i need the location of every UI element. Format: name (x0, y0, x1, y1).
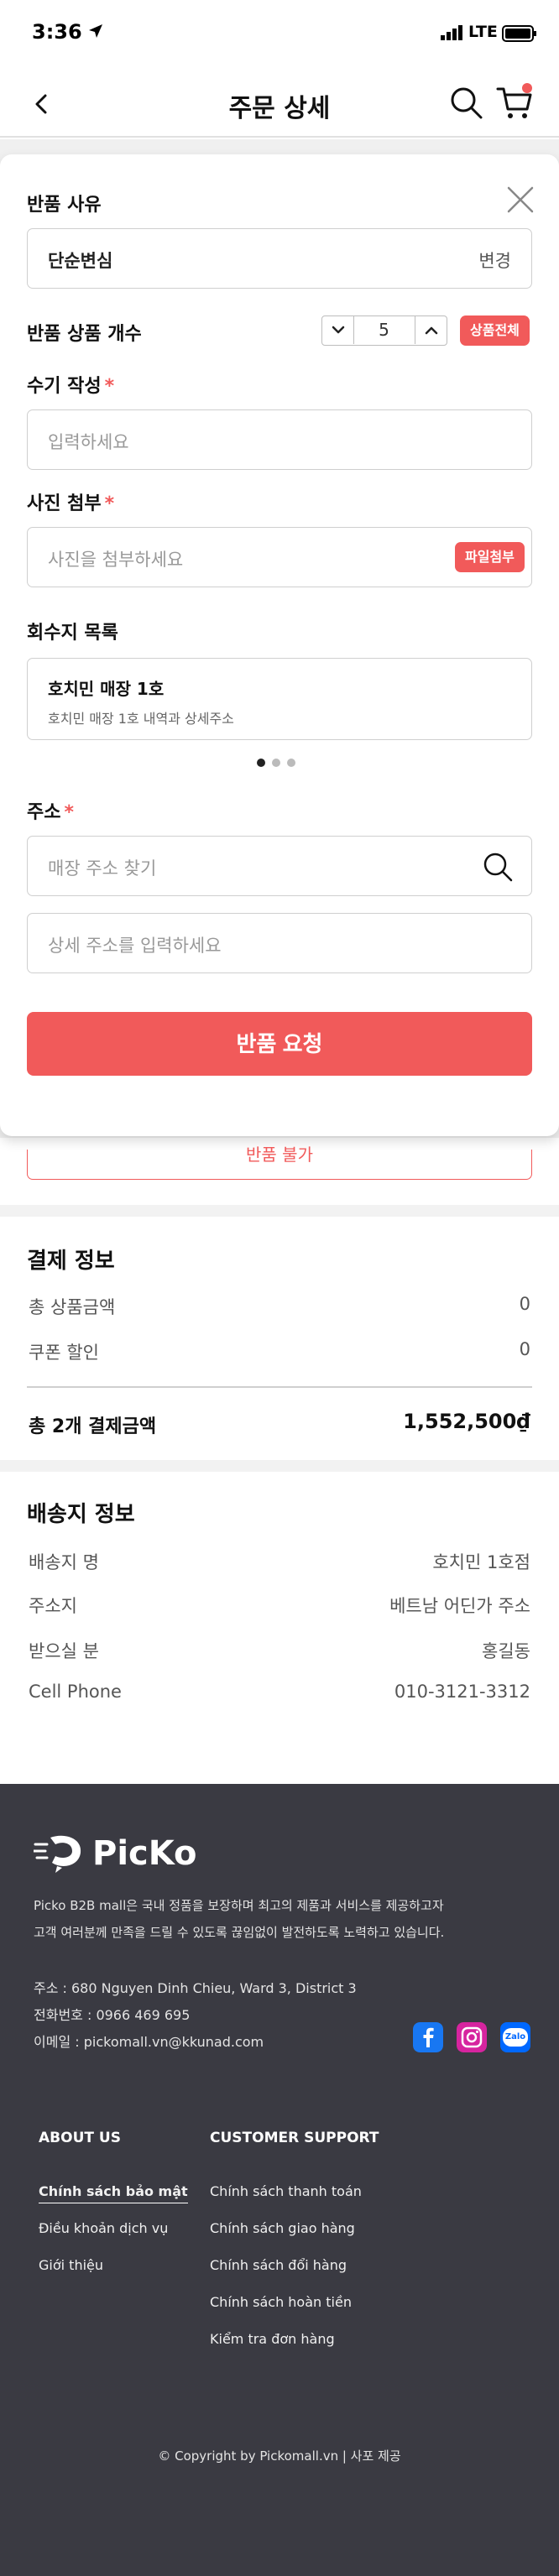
app-header: 주문 상세 (0, 67, 559, 138)
section-gap (0, 1205, 559, 1217)
address-label: 주소 * (27, 797, 74, 824)
footer-description: Picko B2B mall은 국내 정품을 보장하며 최고의 제품과 서비스를… (34, 1898, 444, 1913)
decrease-button[interactable] (322, 316, 354, 344)
address-detail-input[interactable]: 상세 주소를 입력하세요 (27, 913, 532, 973)
payment-row-label: 쿠폰 할인 (29, 1343, 99, 1363)
location-arrow-icon (89, 24, 102, 38)
select-all-products-button[interactable]: 상품전체 (460, 315, 530, 346)
photo-attach-label: 사진 첨부 * (27, 488, 114, 515)
shipping-row-value: 홍길동 (482, 1641, 530, 1661)
manual-entry-label: 수기 작성 * (27, 371, 114, 398)
shipping-policy-link[interactable]: Chính sách giao hàng (210, 2220, 355, 2236)
shipping-row-label: Cell Phone (29, 1682, 122, 1702)
carousel-dot[interactable] (287, 759, 295, 767)
footer-description: 고객 여러분께 만족을 드릴 수 있도록 끊임없이 발전하도록 노력하고 있습니… (34, 1925, 445, 1940)
about-us-heading: ABOUT US (39, 2130, 121, 2146)
signal-icon (441, 25, 462, 40)
collection-detail: 호치민 매장 1호 내역과 상세주소 (48, 711, 234, 727)
payment-total-value: 1,552,500₫ (403, 1410, 530, 1433)
battery-icon (502, 25, 536, 42)
increase-button[interactable] (415, 316, 447, 344)
payment-row-label: 총 상품금액 (29, 1297, 116, 1317)
footer-phone: 전화번호 : 0966 469 695 (34, 2007, 191, 2023)
address-search-input[interactable]: 매장 주소 찾기 (27, 836, 532, 896)
refund-policy-link[interactable]: Chính sách hoàn tiền (210, 2294, 352, 2310)
reason-label: 반품 사유 (27, 195, 102, 216)
refund-unavailable-button[interactable]: 반품 불가 (27, 1146, 532, 1180)
payment-row-value: 0 (519, 1294, 530, 1314)
quantity-label: 반품 상품 개수 (27, 324, 142, 345)
carousel-dot-active[interactable] (257, 759, 265, 767)
address-detail-placeholder: 상세 주소를 입력하세요 (48, 936, 222, 956)
picko-logo-icon (34, 1835, 81, 1873)
terms-of-service-link[interactable]: Điều khoản dịch vụ (39, 2220, 168, 2236)
exchange-policy-link[interactable]: Chính sách đổi hàng (210, 2257, 347, 2273)
return-request-modal (0, 154, 559, 1136)
status-time: 3:36 (32, 20, 82, 44)
footer-address: 주소 : 680 Nguyen Dinh Chieu, Ward 3, Dist… (34, 1980, 357, 1996)
collection-name: 호치민 매장 1호 (48, 679, 165, 699)
search-icon[interactable] (447, 84, 484, 121)
required-mark: * (104, 493, 115, 514)
photo-attach-label-text: 사진 첨부 (27, 493, 102, 514)
footer-email: 이메일 : pickomall.vn@kkunad.com (34, 2034, 264, 2050)
quantity-value[interactable]: 5 (354, 320, 414, 340)
shipping-row-label: 받으실 분 (29, 1641, 99, 1661)
close-icon[interactable] (505, 185, 535, 215)
network-type: LTE (468, 23, 498, 41)
photo-attach-placeholder: 사진을 첨부하세요 (48, 550, 184, 570)
instagram-icon[interactable] (457, 2022, 487, 2052)
reason-value: 단순변심 (48, 251, 113, 271)
zalo-label: Zalo (503, 2028, 528, 2047)
manual-entry-placeholder: 입력하세요 (48, 432, 129, 452)
required-mark: * (104, 376, 115, 397)
required-mark: * (64, 802, 74, 823)
file-attach-button[interactable]: 파일첨부 (455, 542, 525, 572)
site-footer: PicKo Picko B2B mall은 국내 정품을 보장하며 최고의 제품… (0, 1784, 559, 2576)
payment-row-value: 0 (519, 1339, 530, 1359)
chevron-up-icon (425, 326, 438, 335)
shipping-row-label: 주소지 (29, 1596, 77, 1616)
reason-change-link[interactable]: 변경 (478, 248, 511, 273)
shipping-row-value: 010-3121-3312 (394, 1682, 530, 1702)
cart-icon[interactable] (495, 82, 534, 121)
search-icon[interactable] (481, 850, 515, 884)
divider (27, 1386, 532, 1388)
return-request-button[interactable]: 반품 요청 (27, 1012, 532, 1076)
payment-total-label: 총 2개 결제금액 (29, 1416, 157, 1437)
payment-policy-link[interactable]: Chính sách thanh toán (210, 2183, 362, 2199)
reason-select[interactable]: 단순변심 변경 (27, 228, 532, 289)
facebook-icon[interactable] (413, 2022, 443, 2052)
collection-list-label: 회수지 목록 (27, 623, 118, 644)
privacy-policy-link[interactable]: Chính sách bảo mật (39, 2183, 188, 2203)
shipping-section-title: 배송지 정보 (27, 1502, 135, 1527)
manual-entry-label-text: 수기 작성 (27, 376, 102, 397)
shipping-row-value: 베트남 어딘가 주소 (389, 1596, 530, 1616)
carousel-dot[interactable] (272, 759, 280, 767)
payment-section-title: 결제 정보 (27, 1249, 115, 1274)
chevron-down-icon (332, 326, 345, 334)
quantity-stepper: 5 (321, 315, 447, 346)
address-search-placeholder: 매장 주소 찾기 (48, 858, 157, 879)
shipping-row-label: 배송지 명 (29, 1552, 99, 1572)
collection-card[interactable]: 호치민 매장 1호 호치민 매장 1호 내역과 상세주소 (27, 658, 532, 740)
section-gap (0, 1460, 559, 1472)
address-label-text: 주소 (27, 802, 61, 823)
brand-name: PicKo (92, 1834, 197, 1873)
status-bar: 3:36 LTE (0, 0, 559, 67)
order-check-link[interactable]: Kiểm tra đơn hàng (210, 2331, 335, 2347)
manual-entry-input[interactable]: 입력하세요 (27, 409, 532, 470)
zalo-icon[interactable]: Zalo (500, 2022, 530, 2052)
introduction-link[interactable]: Giới thiệu (39, 2257, 103, 2273)
copyright: © Copyright by Pickomall.vn | 사포 제공 (158, 2448, 401, 2464)
shipping-row-value: 호치민 1호점 (432, 1552, 530, 1572)
customer-support-heading: CUSTOMER SUPPORT (210, 2130, 379, 2146)
